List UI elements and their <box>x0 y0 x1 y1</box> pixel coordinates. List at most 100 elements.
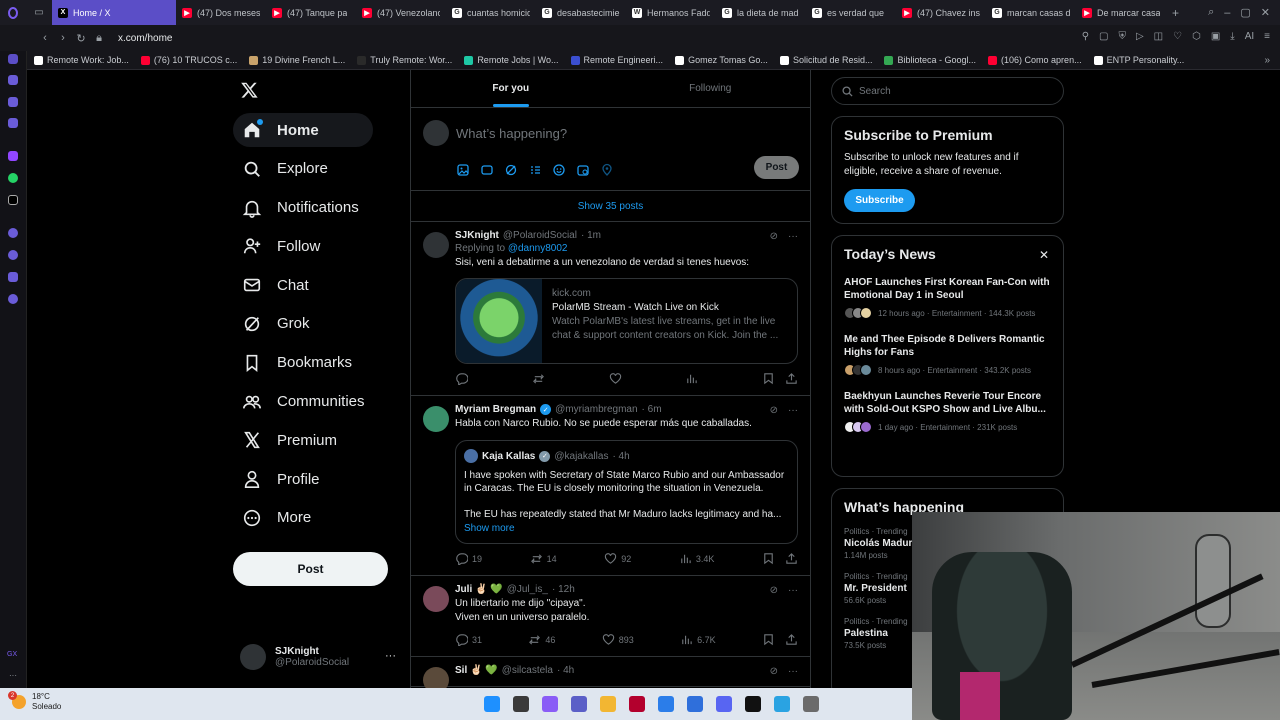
author-handle[interactable]: @myriambregman <box>555 404 637 415</box>
bookmark-item[interactable]: Gomez Tomas Go... <box>675 55 768 65</box>
x-logo[interactable] <box>240 81 259 99</box>
maximize-icon[interactable]: ▢ <box>1240 6 1250 19</box>
avatar[interactable] <box>423 667 449 688</box>
bookmark-item[interactable]: Truly Remote: Wor... <box>357 55 452 65</box>
taskbar-app-icon[interactable] <box>803 696 819 712</box>
news-item[interactable]: Me and Thee Episode 8 Delivers Romantic … <box>844 333 1051 376</box>
nav-item-home[interactable]: Home <box>233 113 373 147</box>
history-icon[interactable] <box>8 250 18 260</box>
taskbar-app-icon[interactable] <box>774 696 790 712</box>
taskbar-app-icon[interactable] <box>687 696 703 712</box>
back-icon[interactable]: ‹ <box>36 32 54 44</box>
news-item[interactable]: Baekhyun Launches Reverie Tour Encore wi… <box>844 390 1051 433</box>
browser-tab[interactable]: W Hermanos Fadd <box>626 0 716 25</box>
grok-icon[interactable]: ⊘ <box>770 666 778 677</box>
poll-icon[interactable] <box>528 163 542 177</box>
forward-icon[interactable]: › <box>54 32 72 44</box>
more-icon[interactable]: ··· <box>385 650 396 662</box>
quoted-post[interactable]: Kaja Kallas ✓ @kajakallas · 4h I have spoken… <box>455 440 798 544</box>
more-icon[interactable]: ··· <box>788 666 798 677</box>
nav-item-bookmarks[interactable]: Bookmarks <box>233 346 373 380</box>
ai-icon[interactable]: AI <box>1245 31 1254 42</box>
reload-icon[interactable]: ↻ <box>72 32 90 45</box>
nav-item-premium[interactable]: Premium <box>233 423 373 457</box>
post-button[interactable]: Post <box>233 552 388 586</box>
post-time[interactable]: · 6m <box>642 404 662 415</box>
post-time[interactable]: · 1m <box>581 230 601 241</box>
pinboard-icon[interactable] <box>8 272 18 282</box>
subscribe-button[interactable]: Subscribe <box>844 189 915 212</box>
search-tabs-icon[interactable]: ⌕ <box>1208 6 1214 19</box>
bookmark-item[interactable]: (106) Como apren... <box>988 55 1082 65</box>
nav-item-profile[interactable]: Profile <box>233 462 373 496</box>
link-card[interactable]: kick.com PolarMB Stream - Watch Live on K… <box>455 278 798 364</box>
post[interactable]: Myriam Bregman ✓ @myriambregman · 6m ⊘ ··· Hab… <box>411 396 810 576</box>
taskbar-app-icon[interactable] <box>600 696 616 712</box>
nav-item-chat[interactable]: Chat <box>233 268 373 302</box>
post-time[interactable]: · 12h <box>552 584 575 595</box>
reply-button[interactable]: 19 <box>455 552 482 565</box>
bookmark-item[interactable]: Remote Work: Job... <box>34 55 129 65</box>
share-icon[interactable] <box>785 552 798 565</box>
nav-item-follow[interactable]: Follow <box>233 229 373 263</box>
like-button[interactable]: 92 <box>604 552 631 565</box>
bookmark-icon[interactable] <box>762 552 775 565</box>
browser-tab[interactable]: ▶ De marcar casas <box>1076 0 1166 25</box>
whatsapp-icon[interactable] <box>8 173 18 183</box>
download-icon[interactable]: ⤓ <box>1230 31 1234 42</box>
bookmark-item[interactable]: Remote Engineeri... <box>570 55 663 65</box>
browser-tab[interactable]: X Home / X <box>52 0 176 25</box>
browser-tab[interactable]: ▶ (47) Tanque pa <box>266 0 356 25</box>
show-more-link[interactable]: Show more <box>464 522 789 535</box>
bookmark-item[interactable]: Remote Jobs | Wo... <box>464 55 559 65</box>
menu-icon[interactable]: ≡ <box>1264 31 1270 42</box>
repost-button[interactable] <box>532 372 549 385</box>
play-icon[interactable]: ▷ <box>1136 31 1144 42</box>
aria-icon[interactable] <box>8 54 18 64</box>
player-icon[interactable] <box>8 228 18 238</box>
compose-post-button[interactable]: Post <box>754 156 799 179</box>
post[interactable]: SJKnight @PolaroidSocial · 1m ⊘ ··· Replying … <box>411 222 810 396</box>
grok-icon[interactable]: ⊘ <box>770 585 778 596</box>
author-handle[interactable]: @Jul_is_ <box>507 584 548 595</box>
wallet-icon[interactable]: ▣ <box>1211 31 1220 42</box>
tab-manager-icon[interactable]: ▭ <box>26 7 52 18</box>
grok-icon[interactable]: ⊘ <box>770 405 778 416</box>
author-name[interactable]: SJKnight <box>455 230 499 241</box>
camera-icon[interactable]: ◫ <box>1154 31 1163 42</box>
grok-icon[interactable] <box>504 163 518 177</box>
like-button[interactable] <box>609 372 626 385</box>
post[interactable]: Sil ✌🏻 💚 @silcastela · 4h ⊘ ··· <box>411 657 810 688</box>
bookmark-item[interactable]: 19 Divine French L... <box>249 55 345 65</box>
nav-item-more[interactable]: More <box>233 501 373 535</box>
opera-logo-icon[interactable] <box>0 0 26 25</box>
avatar[interactable] <box>423 232 449 258</box>
schedule-icon[interactable] <box>576 163 590 177</box>
x-sidebar-icon[interactable] <box>8 195 18 205</box>
crypto-icon[interactable] <box>8 97 18 107</box>
bookmark-item[interactable]: Biblioteca - Googl... <box>884 55 976 65</box>
author-handle[interactable]: @PolaroidSocial <box>503 230 577 241</box>
flow-icon[interactable] <box>8 75 18 85</box>
views-button[interactable]: 3.4K <box>679 552 714 565</box>
heart-icon[interactable]: ♡ <box>1173 31 1182 42</box>
location-icon[interactable] <box>600 163 614 177</box>
settings-icon[interactable] <box>8 294 18 304</box>
taskbar-app-icon[interactable] <box>542 696 558 712</box>
repost-button[interactable]: 14 <box>530 552 557 565</box>
browser-tab[interactable]: Ges verdad que <box>806 0 896 25</box>
news-item[interactable]: AHOF Launches First Korean Fan-Con with … <box>844 276 1051 319</box>
gif-icon[interactable] <box>480 163 494 177</box>
search-input[interactable]: Search <box>831 77 1064 105</box>
minimize-icon[interactable]: – <box>1224 7 1230 19</box>
reply-handle[interactable]: @danny8002 <box>508 243 568 254</box>
browser-tab[interactable]: Gdesabastecimie <box>536 0 626 25</box>
taskbar-app-icon[interactable] <box>745 696 761 712</box>
avatar[interactable] <box>423 406 449 432</box>
messenger-icon[interactable] <box>8 118 18 128</box>
more-icon[interactable]: ··· <box>788 585 798 596</box>
sidebar-more-icon[interactable]: ··· <box>9 671 17 680</box>
reply-button[interactable] <box>455 372 472 385</box>
more-icon[interactable]: ··· <box>788 405 798 416</box>
bookmark-icon[interactable] <box>762 372 775 385</box>
